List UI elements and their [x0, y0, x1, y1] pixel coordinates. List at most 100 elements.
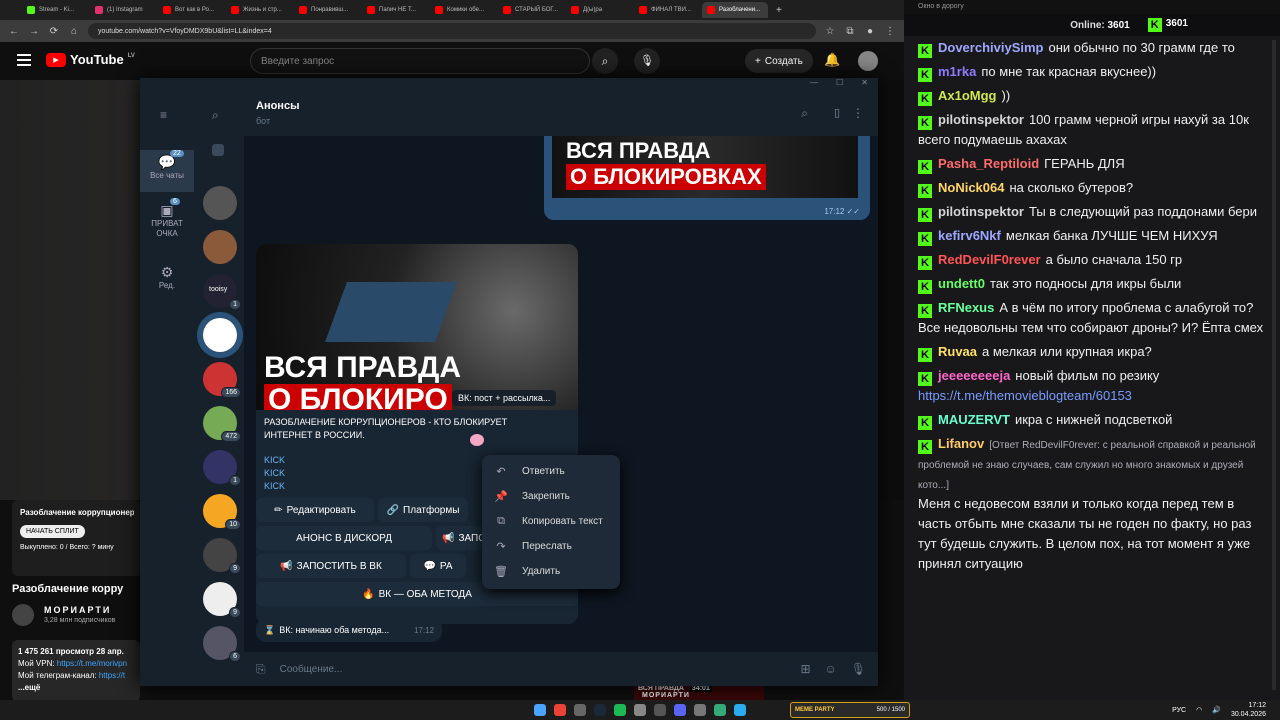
outgoing-message[interactable]: ВСЯ ПРАВДА О БЛОКИРОВКАХ 17:12 ✓✓: [544, 136, 870, 220]
kick-link[interactable]: KICK: [264, 480, 285, 493]
hamburger-menu-icon[interactable]: [17, 54, 31, 66]
chat-username[interactable]: RedDevilF0rever: [938, 252, 1041, 267]
minimize-icon[interactable]: —: [810, 78, 818, 92]
chat-avatar[interactable]: 1: [203, 450, 241, 486]
delete-menu-item[interactable]: 🗑 Удалить: [482, 559, 620, 584]
post-vk-button[interactable]: 📢 ЗАПОСТИТЬ В ВК: [256, 554, 406, 578]
show-more-link[interactable]: ...ещё: [18, 682, 134, 694]
app-icon[interactable]: [694, 704, 706, 716]
meme-party-widget[interactable]: MEME PARTY 500 / 1500: [790, 702, 910, 718]
copy-text-menu-item[interactable]: ⧉ Копировать текст: [482, 509, 620, 534]
back-icon[interactable]: ←: [8, 26, 20, 37]
related-video-thumbnail[interactable]: ВСЯ ПРАВДА 34:01 МОРИАРТИ: [634, 684, 764, 700]
commands-icon[interactable]: ⊞: [800, 662, 810, 676]
archive-icon[interactable]: [212, 144, 224, 156]
emoji-icon[interactable]: ☺: [825, 662, 837, 676]
ra-button[interactable]: 💬 РА: [410, 554, 466, 578]
search-icon[interactable]: ⌕: [212, 108, 219, 123]
telegram-icon[interactable]: [734, 704, 746, 716]
app-icon[interactable]: [654, 704, 666, 716]
spotify-icon[interactable]: [614, 704, 626, 716]
chat-avatar[interactable]: [203, 186, 237, 220]
discord-announce-button[interactable]: АНОНС В ДИСКОРД: [256, 526, 432, 550]
sidebar-toggle-icon[interactable]: ▯: [834, 106, 840, 119]
folder-0[interactable]: 💬 22 Все чаты: [140, 150, 194, 192]
start-icon[interactable]: [534, 704, 546, 716]
chat-username[interactable]: kefirv6Nkf: [938, 228, 1001, 243]
kick-link[interactable]: KICK: [264, 454, 285, 467]
chat-username[interactable]: pilotinspektor: [938, 204, 1024, 219]
description-box[interactable]: 1 475 261 просмотр 28 апр. Мой VPN: http…: [12, 640, 140, 702]
chat-avatar[interactable]: [203, 230, 237, 264]
avatar[interactable]: [858, 51, 878, 71]
chat-username[interactable]: RFNexus: [938, 300, 994, 315]
pin-menu-item[interactable]: 📌 Закрепить: [482, 484, 620, 509]
channel-avatar[interactable]: [12, 604, 34, 626]
browser-tab[interactable]: Понравивш...: [294, 2, 360, 18]
wifi-icon[interactable]: ◠: [1196, 706, 1202, 714]
start-split-button[interactable]: НАЧАТЬ СПЛИТ: [20, 525, 85, 538]
youtube-logo[interactable]: ▶ YouTube LV: [46, 52, 135, 67]
chat-username[interactable]: Pasha_Reptiloid: [938, 156, 1039, 171]
chat-scrollbar[interactable]: [1272, 40, 1276, 690]
browser-tab[interactable]: Разоблачени...: [702, 2, 768, 18]
chat-username[interactable]: NoNick064: [938, 180, 1004, 195]
create-button[interactable]: + Создать: [745, 49, 813, 73]
chat-avatar[interactable]: 472: [203, 406, 241, 442]
forward-menu-item[interactable]: ↷ Переслать: [482, 534, 620, 559]
chat-username[interactable]: Ax1oMgg: [938, 88, 997, 103]
youtube-search-input[interactable]: Введите запрос: [250, 48, 590, 74]
clock[interactable]: 17:12 30.04.2026: [1231, 701, 1266, 719]
home-icon[interactable]: ⌂: [68, 26, 80, 37]
browser-tab[interactable]: Вот как в Ро...: [158, 2, 224, 18]
attach-icon[interactable]: ⎘: [256, 662, 266, 677]
chat-avatar[interactable]: 9: [203, 538, 241, 574]
browser-tab[interactable]: Комики обе...: [430, 2, 496, 18]
chat-avatar[interactable]: 9: [203, 582, 241, 618]
chat-username[interactable]: jeeeeeeeeja: [938, 368, 1010, 383]
chat-avatar[interactable]: [203, 318, 237, 352]
folder-1[interactable]: ▣ 6 ПРИВАТ ОЧКА: [140, 198, 194, 239]
menu-icon[interactable]: ≡: [160, 108, 167, 122]
profile-icon[interactable]: ●: [864, 26, 876, 37]
edit-button[interactable]: ✏ Редактировать: [256, 498, 374, 522]
volume-icon[interactable]: 🔊: [1212, 706, 1221, 714]
chat-username[interactable]: m1rka: [938, 64, 976, 79]
chrome-icon[interactable]: [554, 704, 566, 716]
chat-avatar[interactable]: tooisy 1: [203, 274, 241, 310]
search-icon[interactable]: ⌕: [801, 106, 808, 121]
reload-icon[interactable]: ⟳: [48, 26, 60, 37]
app-icon[interactable]: [574, 704, 586, 716]
bookmark-star-icon[interactable]: ☆: [824, 26, 836, 37]
new-tab-button[interactable]: +: [776, 5, 782, 16]
language-indicator[interactable]: РУС: [1172, 707, 1186, 714]
chat-username[interactable]: Ruvaa: [938, 344, 977, 359]
platforms-button[interactable]: 🔗 Платформы: [378, 498, 468, 522]
chat-avatar[interactable]: 6: [203, 626, 241, 662]
desc-vpn-link[interactable]: https://t.me/morivpn: [57, 659, 127, 668]
browser-tab[interactable]: Папич НЕ Т...: [362, 2, 428, 18]
chat-username[interactable]: undett0: [938, 276, 985, 291]
app-icon[interactable]: [634, 704, 646, 716]
extensions-icon[interactable]: ⧉: [844, 26, 856, 37]
steam-icon[interactable]: [594, 704, 606, 716]
chat-avatar[interactable]: 10: [203, 494, 241, 530]
browser-tab[interactable]: (1) Instagram: [90, 2, 156, 18]
microphone-icon[interactable]: 🎙: [634, 48, 660, 74]
chat-header[interactable]: Анонсы бот ⌕ ▯ ⋮: [244, 92, 878, 136]
chat-link[interactable]: https://t.me/themovieblogteam/60153: [918, 388, 1132, 403]
chat-username[interactable]: MAUZERVT: [938, 412, 1010, 427]
browser-tab[interactable]: Д(ы)ра: [566, 2, 632, 18]
folder-2[interactable]: ⚙ Ред.: [140, 264, 194, 291]
forward-icon[interactable]: →: [28, 26, 40, 37]
browser-tab[interactable]: Stream - Ki...: [22, 2, 88, 18]
desc-tg-link[interactable]: https://t: [99, 671, 125, 680]
reply-menu-item[interactable]: ↶ Ответить: [482, 459, 620, 484]
chat-username[interactable]: pilotinspektor: [938, 112, 1024, 127]
browser-tab[interactable]: Жизнь и стр...: [226, 2, 292, 18]
kick-link[interactable]: KICK: [264, 467, 285, 480]
microphone-icon[interactable]: 🎙: [851, 662, 866, 676]
close-icon[interactable]: ✕: [861, 78, 868, 92]
url-field[interactable]: youtube.com/watch?v=VfoyDMDX9bU&list=LL&…: [88, 23, 816, 39]
app-icon[interactable]: [714, 704, 726, 716]
